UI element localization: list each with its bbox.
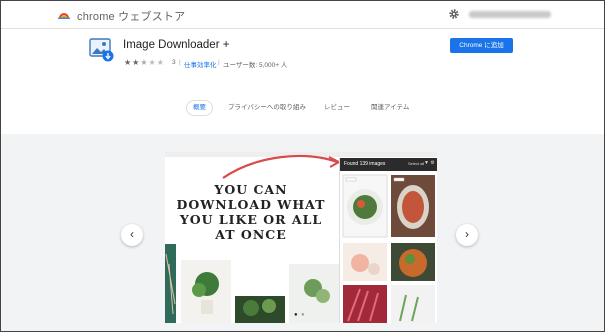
user-count: ユーザー数: 5,000+ 人 (223, 62, 288, 69)
gear-icon[interactable] (448, 8, 460, 20)
gallery-slide: YOU CAN DOWNLOAD WHAT YOU LIKE OR ALL AT… (165, 152, 437, 323)
chrome-web-store-logo[interactable] (58, 9, 70, 19)
screenshot-gallery: ‹ › YOU CAN DOWNLOAD WHAT YOU LIKE OR AL… (1, 134, 604, 331)
tab-overview[interactable]: 概要 (186, 100, 213, 116)
slide-indicator[interactable]: ● (301, 312, 306, 318)
detail-tabs: 概要 プライバシーへの取り組み レビュー 関連アイテム (1, 100, 604, 116)
chevron-left-icon: ‹ (130, 227, 134, 241)
divider: | (218, 59, 220, 66)
tab-reviews[interactable]: レビュー (324, 100, 350, 116)
account-email[interactable] (469, 11, 551, 18)
item-title: Image Downloader + (123, 39, 230, 51)
next-slide-button[interactable]: › (456, 224, 478, 246)
extension-popup-preview: Found 139 images Select all ▼ ⚙ (339, 158, 437, 323)
image-downloader-icon (89, 38, 114, 62)
store-header: chrome ウェブストア (1, 1, 604, 29)
chevron-right-icon: › (465, 227, 469, 241)
rating-stars: ★★★★★ (124, 58, 165, 67)
tab-related[interactable]: 関連アイテム (371, 100, 409, 116)
tab-privacy[interactable]: プライバシーへの取り組み (228, 100, 306, 116)
store-name[interactable]: chrome ウェブストア (77, 8, 185, 24)
popup-header: Found 139 images Select all ▼ ⚙ (340, 158, 437, 171)
slide-headline: YOU CAN DOWNLOAD WHAT YOU LIKE OR ALL AT… (176, 182, 326, 242)
slide-indicator[interactable]: ● (294, 312, 299, 318)
select-all-label: Select all (408, 161, 425, 166)
filter-icon: ▼ ⚙ (424, 160, 435, 166)
prev-slide-button[interactable]: ‹ (121, 224, 143, 246)
category-link[interactable]: 仕事効率化 (184, 59, 217, 69)
plant-photos (165, 244, 339, 323)
add-to-chrome-button[interactable]: Chrome に追加 (450, 38, 513, 53)
found-count: Found 139 images (344, 161, 386, 167)
browser-frame: chrome ウェブストア Image Downloader + ★★★★★ 3… (0, 0, 605, 332)
food-thumbnails (342, 174, 435, 323)
rating-count[interactable]: 3 (172, 59, 176, 66)
divider: | (179, 59, 181, 66)
